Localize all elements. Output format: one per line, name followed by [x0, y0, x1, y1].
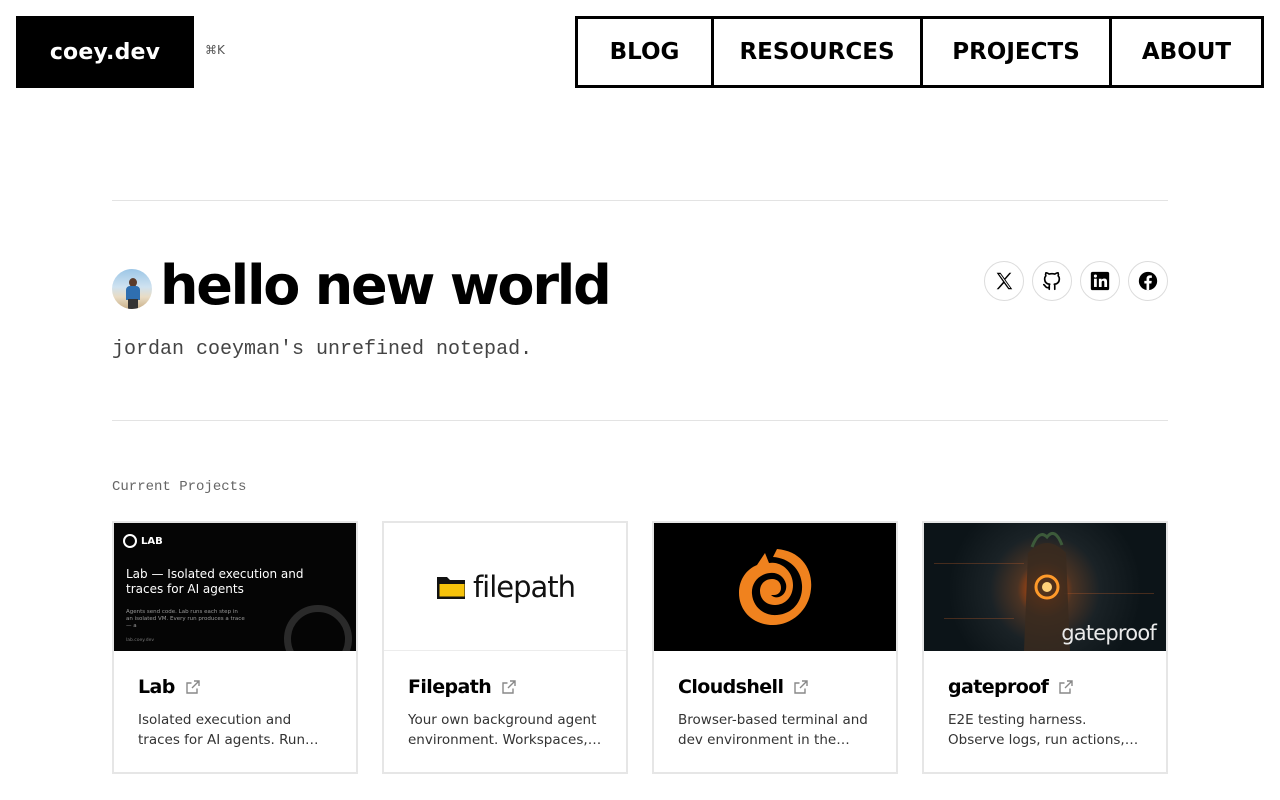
external-link-icon — [502, 680, 516, 694]
gateproof-thumbnail: gateproof — [924, 523, 1166, 651]
site-logo[interactable]: coey.dev — [16, 16, 194, 88]
lab-brand: LAB — [123, 534, 163, 548]
x-icon — [996, 272, 1013, 290]
x-link[interactable] — [984, 261, 1024, 301]
external-link-icon — [794, 680, 809, 694]
project-description: Browser-based terminal and dev environme… — [678, 712, 868, 748]
project-title[interactable]: Filepath — [408, 676, 492, 698]
project-description: E2E testing harness. Observe logs, run a… — [948, 712, 1125, 748]
lab-logo-icon — [123, 534, 137, 548]
lab-thumbnail: LAB Lab — Isolated execution and traces … — [114, 523, 356, 651]
page-subtitle: jordan coeyman's unrefined notepad. — [112, 338, 533, 361]
filepath-thumbnail: filepath — [384, 523, 626, 651]
social-links — [984, 261, 1168, 301]
nav-about[interactable]: ABOUT — [1112, 19, 1261, 85]
project-card-lab[interactable]: LAB Lab — Isolated execution and traces … — [112, 521, 358, 774]
external-link-icon — [1059, 680, 1074, 694]
divider — [112, 420, 1168, 421]
github-link[interactable] — [1032, 261, 1072, 301]
project-card-filepath[interactable]: filepath Filepath Your own background ag… — [382, 521, 628, 774]
project-description: Your own background agent environment. W… — [408, 712, 597, 748]
external-link-icon — [186, 680, 200, 694]
project-card-cloudshell[interactable]: Cloudshell Browser-based terminal and de… — [652, 521, 898, 774]
nav-resources[interactable]: RESOURCES — [714, 19, 923, 85]
facebook-link[interactable] — [1128, 261, 1168, 301]
lab-thumb-url: lab.coey.dev — [126, 638, 155, 643]
page-title: hello new world — [160, 254, 612, 317]
project-card-gateproof[interactable]: gateproof gateproof E2E testing harness.… — [922, 521, 1168, 774]
linkedin-link[interactable] — [1080, 261, 1120, 301]
main-nav: BLOG RESOURCES PROJECTS ABOUT — [575, 16, 1264, 88]
avatar — [112, 269, 152, 309]
command-palette-shortcut[interactable]: ⌘K — [205, 43, 225, 57]
project-cards: LAB Lab — Isolated execution and traces … — [112, 521, 1168, 774]
linkedin-icon — [1090, 271, 1110, 291]
nav-blog[interactable]: BLOG — [578, 19, 714, 85]
project-description: Isolated execution and traces for AI age… — [138, 712, 306, 748]
section-label: Current Projects — [112, 479, 247, 495]
gateproof-wordmark: gateproof — [1061, 621, 1157, 645]
lab-ring-graphic — [284, 605, 352, 651]
lab-thumb-headline: Lab — Isolated execution and traces for … — [126, 567, 304, 596]
github-icon — [1042, 271, 1061, 291]
project-title[interactable]: Lab — [138, 676, 175, 698]
folder-icon — [436, 576, 465, 599]
facebook-icon — [1138, 271, 1158, 291]
nav-projects[interactable]: PROJECTS — [923, 19, 1112, 85]
divider — [112, 200, 1168, 201]
cloudshell-thumbnail — [654, 523, 896, 651]
filepath-wordmark: filepath — [472, 569, 576, 604]
project-title[interactable]: Cloudshell — [678, 676, 784, 698]
cloudshell-logo-icon — [739, 549, 812, 625]
project-title[interactable]: gateproof — [948, 676, 1049, 698]
lab-thumb-text: Agents send code. Lab runs each step in … — [126, 609, 245, 629]
lab-brand-label: LAB — [141, 535, 163, 547]
